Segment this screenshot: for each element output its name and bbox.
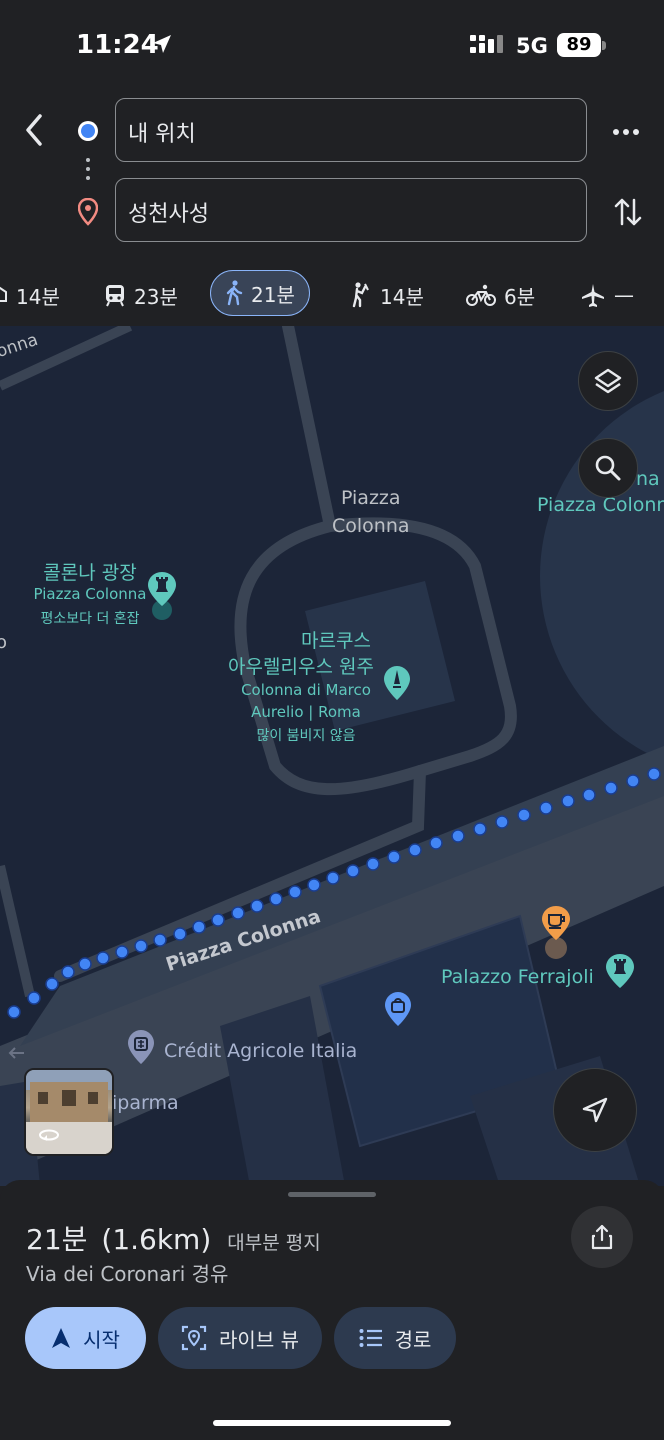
one-way-arrow-icon: [8, 1047, 24, 1059]
route-duration: 21분: [26, 1223, 88, 1256]
status-bar: 11:24 5G 89: [0, 0, 664, 90]
flight-icon: [582, 284, 604, 307]
tab-walk[interactable]: 21분: [210, 270, 310, 316]
poi-marcus-ko-2: 아우렐리우스 원주: [228, 656, 374, 678]
my-location-button[interactable]: [553, 1068, 637, 1152]
battery-indicator: 89: [557, 33, 601, 57]
tab-drive[interactable]: 14분: [0, 272, 60, 318]
tab-flight[interactable]: —: [580, 272, 634, 318]
location-arrow-icon: [153, 35, 171, 53]
back-arrow-icon[interactable]: [20, 110, 48, 150]
search-map-button[interactable]: [578, 438, 638, 498]
bank-pin-icon[interactable]: [126, 1028, 156, 1070]
status-time: 11:24: [76, 30, 159, 60]
network-label: 5G: [516, 34, 548, 58]
steps-button[interactable]: 경로: [334, 1307, 456, 1369]
destination-input[interactable]: 성천사성: [115, 178, 587, 242]
poi-colonna-square-busy: 평소보다 더 혼잡: [40, 611, 140, 627]
poi-marcus-it-1: Colonna di Marco: [241, 681, 371, 699]
route-dots-icon: [86, 158, 90, 185]
poi-palazzo-name: Palazzo Ferrajoli: [441, 966, 594, 988]
landmark-pin-icon[interactable]: [146, 570, 178, 622]
share-icon: [591, 1224, 613, 1250]
share-button[interactable]: [571, 1206, 633, 1268]
map-label-piazza-colonna-right: Piazza Colonn: [537, 494, 664, 516]
list-icon: [359, 1329, 382, 1347]
map-view[interactable]: onna o Piazza Colonna na Piazza Colonn 콜…: [0, 326, 664, 1186]
poi-marcus-busy: 많이 붐비지 않음: [256, 728, 356, 744]
route-terrain: 대부분 평지: [227, 1232, 321, 1254]
route-via: Via dei Coronari 경유: [26, 1262, 229, 1286]
tab-walk-label: 21분: [251, 282, 295, 307]
route-summary: 21분 (1.6km) 대부분 평지: [26, 1218, 321, 1258]
live-view-icon: [181, 1325, 207, 1351]
tab-flight-label: —: [614, 283, 634, 307]
live-view-button[interactable]: 라이브 뷰: [158, 1307, 322, 1369]
origin-dot-icon: [78, 121, 98, 141]
poi-credit-name: Crédit Agricole Italia: [164, 1040, 358, 1062]
live-view-button-label: 라이브 뷰: [219, 1327, 299, 1352]
swap-icon[interactable]: [614, 196, 642, 228]
tab-transit-label: 23분: [134, 284, 178, 309]
layers-icon: [594, 368, 622, 394]
route-distance: (1.6km): [101, 1223, 212, 1256]
ride-icon: [352, 282, 369, 308]
tab-bike-label: 6분: [504, 284, 536, 309]
route-summary-sheet: 21분 (1.6km) 대부분 평지 Via dei Coronari 경유 시…: [0, 1180, 664, 1440]
sheet-drag-handle[interactable]: [288, 1192, 376, 1197]
map-label-right-partial: na: [636, 468, 660, 490]
poi-iparma-name: iparma: [112, 1092, 179, 1114]
search-icon: [595, 455, 621, 481]
tab-ride-label: 14분: [380, 284, 424, 309]
layers-button[interactable]: [578, 351, 638, 411]
palazzo-pin-icon[interactable]: [604, 952, 636, 994]
start-button[interactable]: 시작: [25, 1307, 146, 1369]
shopping-pin-icon[interactable]: [383, 990, 413, 1030]
origin-text: 내 위치: [128, 122, 196, 147]
column-pin-icon[interactable]: [382, 664, 412, 704]
tab-drive-label: 14분: [16, 284, 60, 309]
more-options-icon[interactable]: [612, 118, 640, 146]
navigation-arrow-icon: [582, 1097, 608, 1123]
bike-icon: [466, 284, 496, 306]
tab-transit[interactable]: 23분: [104, 272, 178, 318]
map-label-o: o: [0, 632, 8, 653]
walk-icon: [226, 280, 243, 306]
cafe-pin-icon[interactable]: [540, 904, 572, 960]
map-label-piazza-colonna-area: Piazza Colonna: [332, 487, 410, 537]
home-indicator: [213, 1420, 451, 1426]
poi-marcus-it-2: Aurelio | Roma: [251, 703, 361, 721]
start-button-label: 시작: [83, 1327, 120, 1352]
tab-bike[interactable]: 6분: [466, 272, 535, 318]
destination-text: 성천사성: [128, 202, 209, 227]
street-view-thumbnail[interactable]: [24, 1068, 114, 1156]
poi-colonna-square-it: Piazza Colonna: [33, 585, 147, 603]
transit-icon: [106, 285, 124, 307]
tab-ride[interactable]: 14분: [350, 272, 424, 318]
travel-mode-tabs: 14분 23분 21분 14분 6분 —: [0, 268, 664, 318]
origin-input[interactable]: 내 위치: [115, 98, 587, 162]
rotate-360-icon: [39, 1129, 59, 1141]
poi-colonna-square-name: 콜론나 광장: [43, 562, 137, 584]
poi-marcus-ko-1: 마르쿠스: [301, 630, 371, 652]
battery-tip: [602, 41, 606, 50]
destination-pin-icon: [78, 198, 98, 226]
signal-icon: [470, 35, 503, 53]
start-navigation-icon: [52, 1328, 71, 1348]
steps-button-label: 경로: [394, 1327, 432, 1352]
car-icon: [0, 286, 7, 302]
